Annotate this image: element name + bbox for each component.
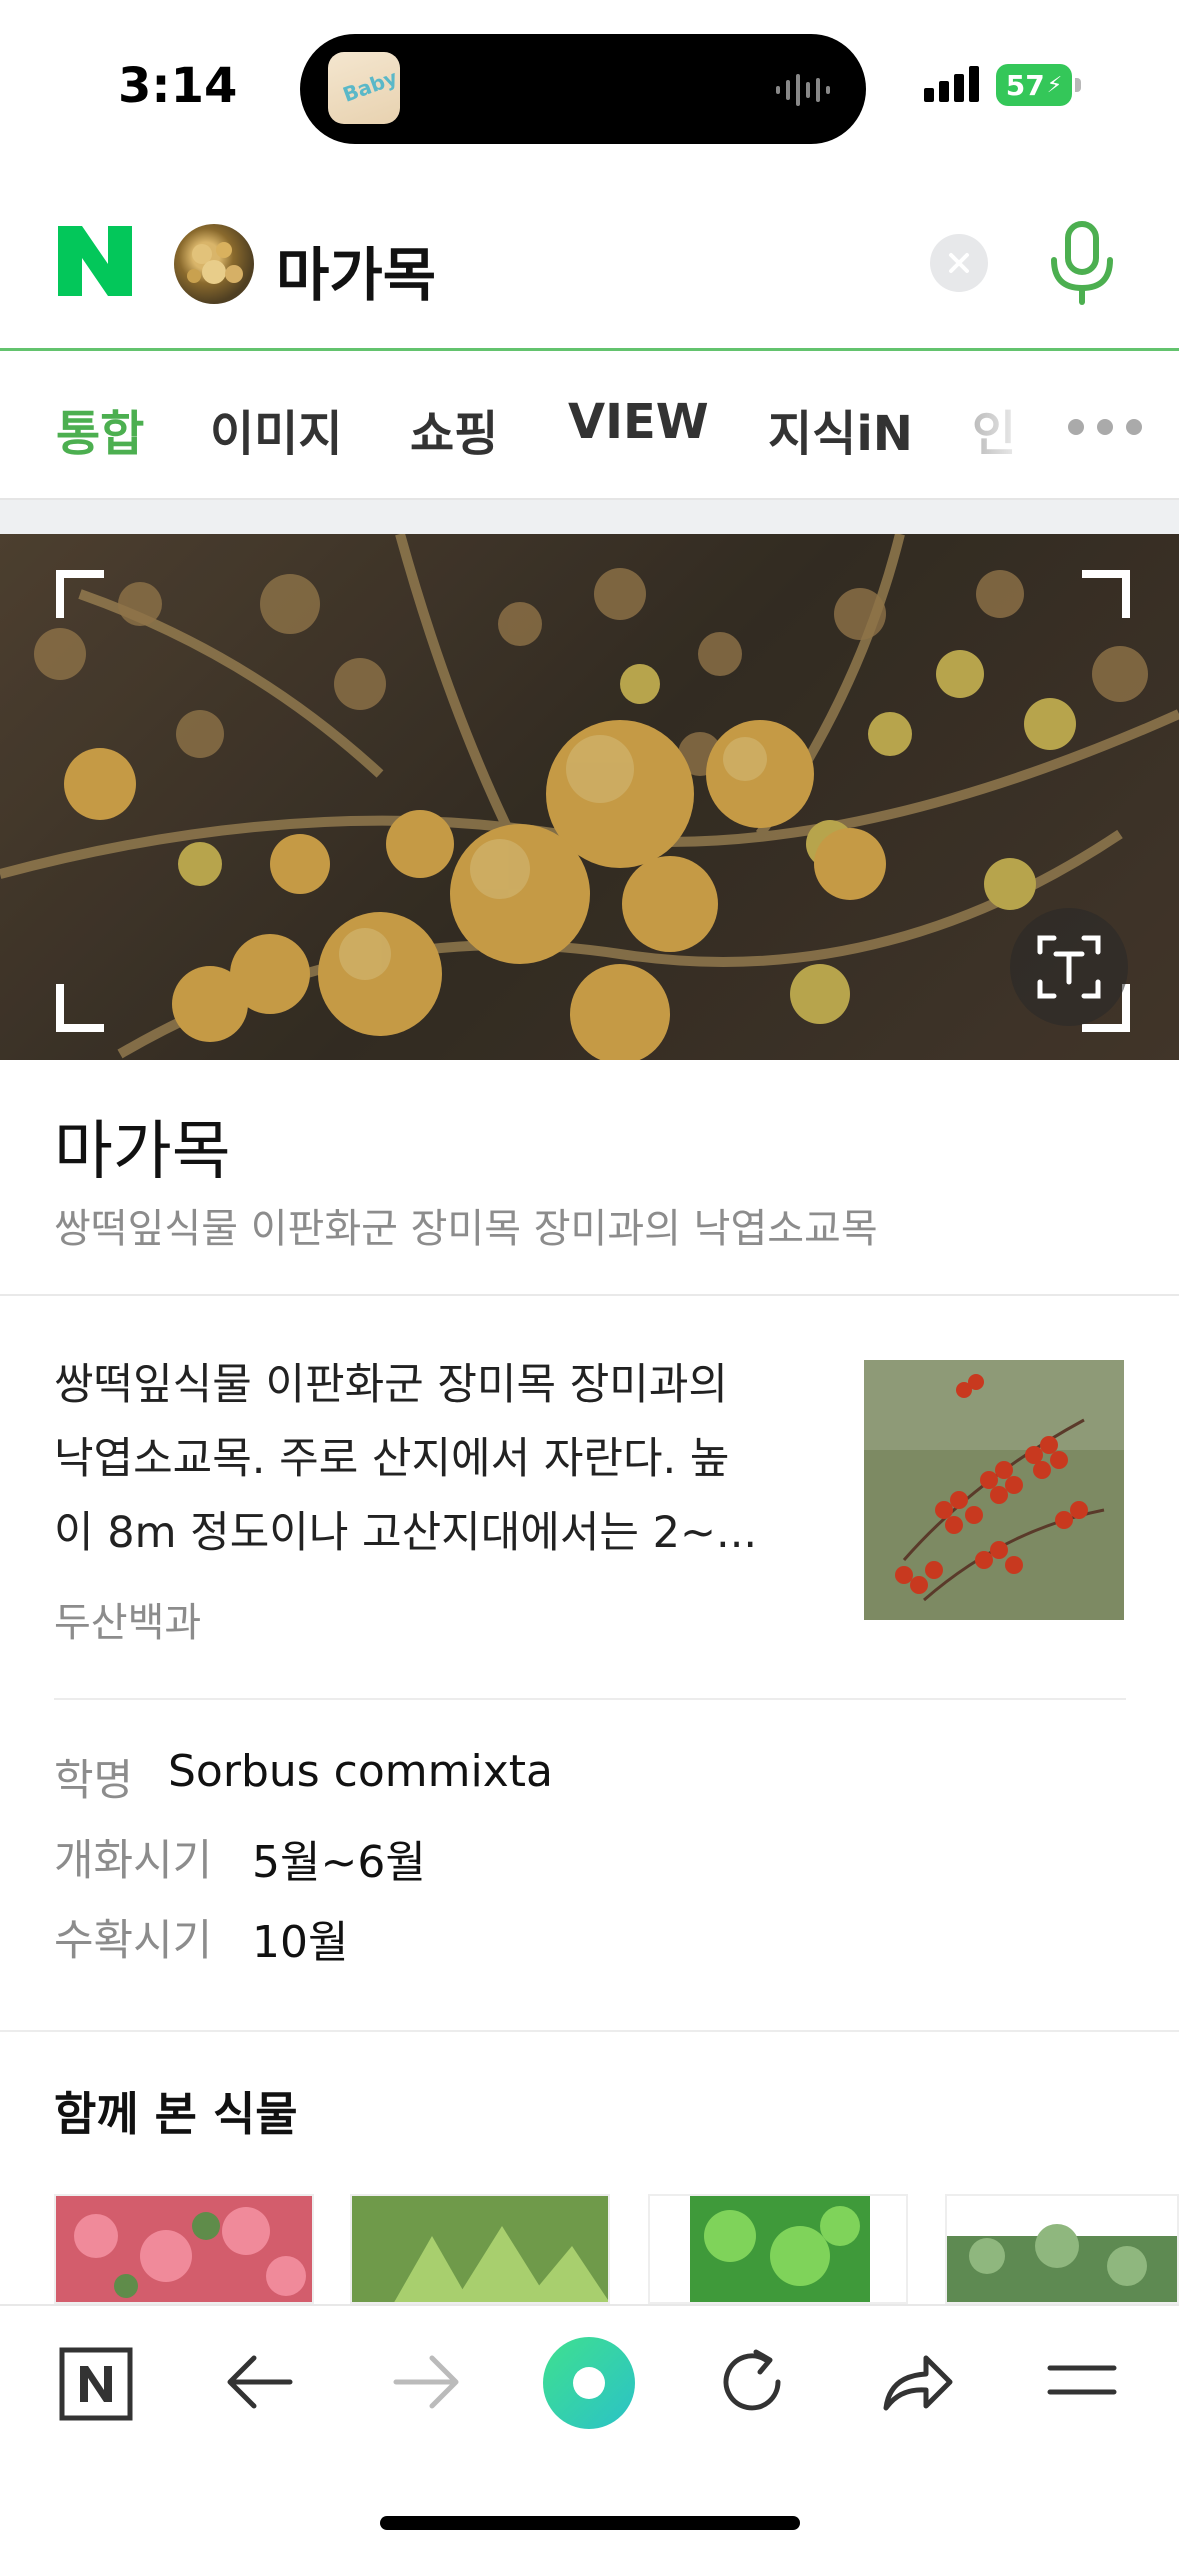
dynamic-island: Baby bbox=[300, 34, 866, 144]
naver-home-icon[interactable] bbox=[58, 2346, 134, 2422]
battery-indicator: 57 ⚡ bbox=[996, 64, 1072, 106]
forward-arrow-icon[interactable] bbox=[390, 2352, 462, 2412]
share-icon[interactable] bbox=[880, 2348, 956, 2416]
plant-classification: 쌍떡잎식물 이판화군 장미목 장미과의 낙엽소교목 bbox=[54, 1206, 878, 1252]
tab-integrated[interactable]: 통합 bbox=[56, 394, 144, 464]
description-line: 낙엽소교목. 주로 산지에서 자란다. 높 bbox=[54, 1434, 730, 1484]
related-plant-card[interactable] bbox=[648, 2194, 908, 2304]
related-plant-card[interactable] bbox=[945, 2194, 1179, 2304]
section-divider bbox=[0, 1294, 1179, 1296]
plant-title: 마가목 bbox=[54, 1115, 231, 1189]
clear-search-button[interactable] bbox=[930, 234, 988, 292]
section-divider bbox=[0, 2030, 1179, 2032]
info-value-flowering: 5월~6월 bbox=[252, 1837, 426, 1888]
info-value-harvest: 10월 bbox=[252, 1917, 349, 1968]
microphone-icon[interactable] bbox=[1046, 220, 1118, 306]
baby-app-icon[interactable]: Baby bbox=[328, 52, 400, 124]
plant-berries-thumbnail[interactable] bbox=[864, 1360, 1124, 1620]
close-icon bbox=[949, 253, 969, 273]
plant-photo[interactable] bbox=[0, 534, 1179, 1060]
related-plants-heading: 함께 본 식물 bbox=[54, 2087, 298, 2141]
back-arrow-icon[interactable] bbox=[224, 2352, 296, 2412]
description-source[interactable]: 두산백과 bbox=[54, 1590, 201, 1648]
info-label-scientific-name: 학명 bbox=[54, 1756, 134, 1806]
info-label-flowering: 개화시기 bbox=[54, 1836, 213, 1886]
home-indicator[interactable] bbox=[380, 2516, 800, 2530]
text-recognition-button[interactable] bbox=[1010, 908, 1128, 1026]
search-query-text[interactable]: 마가목 bbox=[276, 228, 436, 312]
tab-shopping[interactable]: 쇼핑 bbox=[410, 394, 498, 464]
related-plant-card[interactable] bbox=[54, 2194, 314, 2304]
tab-view[interactable]: VIEW bbox=[568, 394, 709, 450]
plant-description[interactable]: 쌍떡잎식물 이판화군 장미목 장미과의 낙엽소교목. 주로 산지에서 자란다. … bbox=[54, 1348, 814, 1570]
search-underline bbox=[0, 348, 1179, 351]
info-label-harvest: 수확시기 bbox=[54, 1916, 213, 1966]
tab-knowledge-in[interactable]: 지식iN bbox=[768, 394, 913, 464]
crop-corner-bottom-left[interactable] bbox=[56, 984, 104, 1032]
app-icon-label: Baby bbox=[339, 65, 400, 107]
refresh-icon[interactable] bbox=[716, 2346, 788, 2418]
section-spacer bbox=[0, 500, 1179, 534]
description-line: 쌍떡잎식물 이판화군 장미목 장미과의 bbox=[54, 1360, 728, 1410]
query-image-thumbnail[interactable] bbox=[174, 224, 254, 304]
tab-fade-overlay bbox=[940, 370, 1060, 470]
more-tabs-icon[interactable] bbox=[1066, 416, 1144, 438]
text-scan-icon bbox=[1037, 935, 1101, 999]
menu-icon[interactable] bbox=[1046, 2360, 1118, 2400]
status-time: 3:14 bbox=[118, 58, 238, 114]
green-dot-icon[interactable] bbox=[542, 2336, 636, 2430]
naver-logo-icon[interactable] bbox=[58, 226, 132, 296]
description-line: 이 8m 정도이나 고산지대에서는 2~... bbox=[54, 1508, 758, 1558]
battery-level: 57 bbox=[1005, 68, 1045, 102]
crop-corner-top-right[interactable] bbox=[1082, 570, 1130, 618]
related-plant-card[interactable] bbox=[350, 2194, 610, 2304]
waveform-icon bbox=[776, 74, 830, 106]
battery-tip bbox=[1075, 78, 1081, 92]
cellular-signal-icon bbox=[924, 66, 979, 102]
crop-corner-top-left[interactable] bbox=[56, 570, 104, 618]
tab-images[interactable]: 이미지 bbox=[210, 394, 342, 464]
info-value-scientific-name: Sorbus commixta bbox=[168, 1746, 553, 1797]
section-divider bbox=[54, 1698, 1126, 1700]
